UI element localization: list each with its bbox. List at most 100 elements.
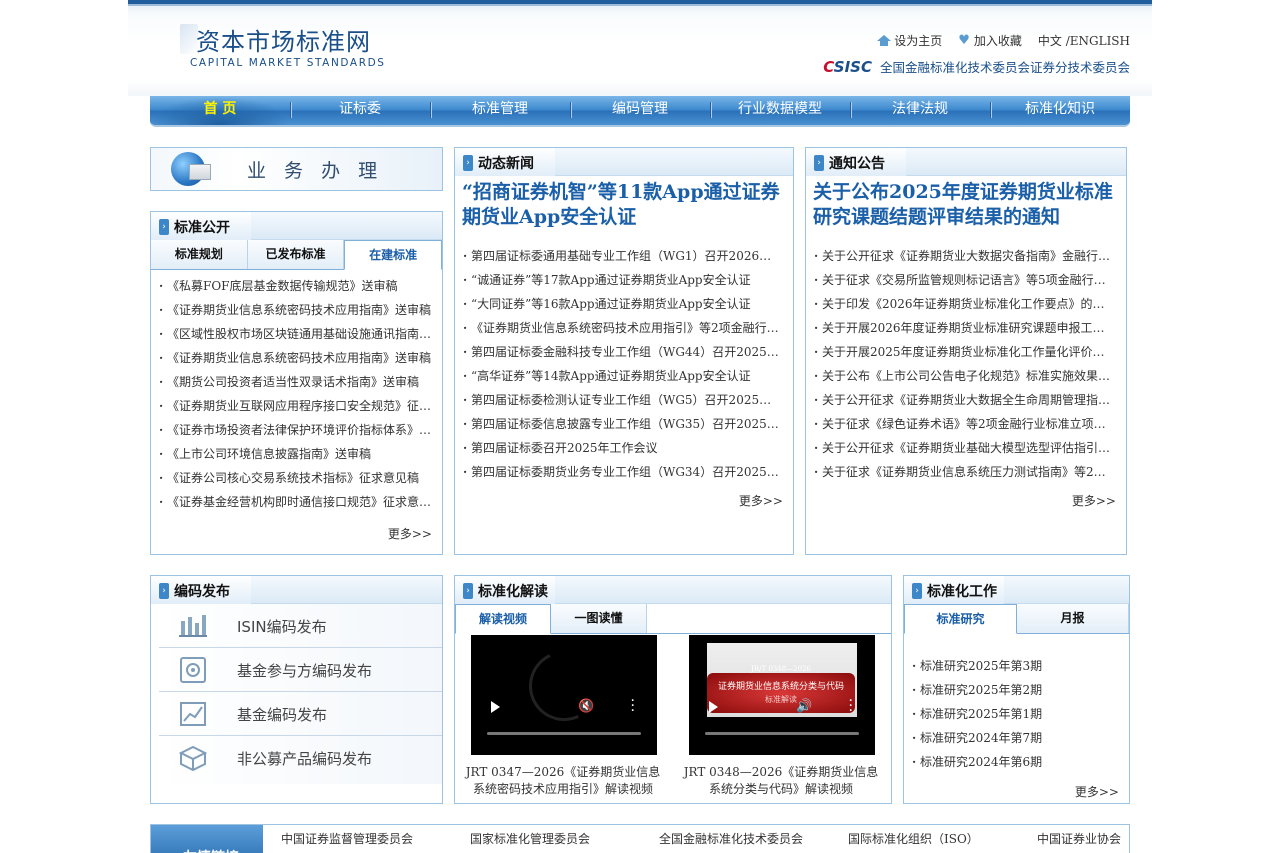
committee-banner[interactable]: CSISC 全国金融标准化技术委员会证券分技术委员会 — [823, 57, 1130, 76]
more-link[interactable]: 更多>> — [739, 492, 783, 509]
list-item[interactable]: 标准研究2025年第3期 — [912, 654, 1119, 678]
list-item[interactable]: 《区域性股权市场区块链通用基础设施通讯指南》送审稿 — [159, 322, 432, 346]
thumbnail-banner: JR/T 0348—2026 证券期货业信息系统分类与代码 标准解读 — [707, 665, 855, 713]
code-item-fund[interactable]: 基金编码发布 — [159, 692, 442, 736]
nav-code-management[interactable]: 编码管理 — [570, 96, 710, 125]
play-icon[interactable] — [491, 701, 500, 713]
list-item[interactable]: 第四届证标委金融科技专业工作组（WG44）召开2025年工作会议 — [463, 340, 783, 364]
panel-title: 标准公开 — [174, 220, 230, 236]
nav-home[interactable]: 首 页 — [150, 96, 290, 125]
list-item[interactable]: 《证券期货业信息系统密码技术应用指引》等2项金融行业标准发布 — [463, 316, 783, 340]
nav-committee[interactable]: 证标委 — [290, 96, 430, 125]
notice-headline[interactable]: 关于公布2025年度证券期货业标准研究课题结题评审结果的通知 — [806, 176, 1126, 230]
list-item[interactable]: 第四届证标委召开2025年工作会议 — [463, 436, 783, 460]
video-thumbnail: JR/T 0348—2026 证券期货业信息系统分类与代码 标准解读 — [707, 643, 857, 717]
video-progress-bar[interactable] — [487, 732, 641, 735]
code-item-isin[interactable]: ISIN编码发布 — [159, 604, 442, 648]
list-item[interactable]: 标准研究2025年第2期 — [912, 678, 1119, 702]
more-link[interactable]: 更多>> — [1072, 492, 1116, 509]
list-item[interactable]: 关于开展2025年度证券期货业标准化工作量化评价的通知 — [814, 340, 1116, 364]
friend-links-title: 友情链接 — [151, 825, 263, 853]
tab-video[interactable]: 解读视频 — [455, 604, 551, 634]
more-options-icon[interactable]: · · · — [849, 694, 853, 718]
news-list: 第四届证标委通用基础专业工作组（WG1）召开2026年工作会议 “诚通证券”等1… — [455, 230, 793, 484]
business-banner[interactable]: 业 务 办 理 — [150, 147, 443, 191]
volume-icon[interactable]: 🔊 — [796, 699, 812, 714]
interpret-panel: › 标准化解读 解读视频 一图读懂 🔇 · · · JRT 0347—2026《证券… — [454, 575, 892, 804]
list-item[interactable]: 《证券期货业互联网应用程序接口安全规范》征求意见稿 — [159, 394, 432, 418]
tab-monthly[interactable]: 月报 — [1017, 604, 1129, 633]
list-item[interactable]: 《证券期货业信息系统密码技术应用指南》送审稿 — [159, 346, 432, 370]
list-item[interactable]: 《证券基金经营机构即时通信接口规范》征求意见稿 — [159, 490, 432, 514]
nav-knowledge[interactable]: 标准化知识 — [990, 96, 1130, 125]
nav-data-model[interactable]: 行业数据模型 — [710, 96, 850, 125]
friend-link[interactable]: 全国金融标准化技术委员会 — [659, 830, 848, 847]
news-panel: › 动态新闻 “招商证券机智”等11款App通过证券期货业App安全认证 第四届… — [454, 147, 794, 555]
list-item[interactable]: 《证券期货业信息系统密码技术应用指南》送审稿 — [159, 298, 432, 322]
code-item-non-public[interactable]: 非公募产品编码发布 — [159, 736, 442, 784]
favorite-link[interactable]: ♥ 加入收藏 — [958, 32, 1022, 49]
friend-link[interactable]: 中国证券业协会 — [1037, 830, 1131, 847]
set-home-link[interactable]: 设为主页 — [877, 32, 942, 49]
top-links: 设为主页 ♥ 加入收藏 中文 /ENGLISH — [877, 32, 1130, 49]
more-link[interactable]: 更多>> — [388, 525, 432, 542]
list-item[interactable]: 关于印发《2026年证券期货业标准化工作要点》的通知 — [814, 292, 1116, 316]
tab-in-progress[interactable]: 在建标准 — [344, 240, 443, 270]
video-caption-1[interactable]: JRT 0347—2026《证券期货业信息系统密码技术应用指引》解读视频 — [465, 764, 661, 798]
bar-chart-icon — [179, 615, 207, 637]
list-item[interactable]: “高华证券”等14款App通过证券期货业App安全认证 — [463, 364, 783, 388]
list-item[interactable]: 《私募FOF底层基金数据传输规范》送审稿 — [159, 274, 432, 298]
chevron-right-icon: › — [463, 155, 473, 171]
list-item[interactable]: 《期货公司投资者适当性双录话术指南》送审稿 — [159, 370, 432, 394]
list-item[interactable]: 第四届证标委通用基础专业工作组（WG1）召开2026年工作会议 — [463, 244, 783, 268]
list-item[interactable]: 标准研究2025年第1期 — [912, 702, 1119, 726]
tab-published[interactable]: 已发布标准 — [247, 240, 345, 269]
video-player-1[interactable]: 🔇 · · · — [471, 635, 657, 755]
header: 资本市场标准网 CAPITAL MARKET STANDARDS 设为主页 ♥ … — [128, 0, 1152, 96]
volume-icon[interactable]: 🔇 — [578, 699, 594, 714]
business-title: 业 务 办 理 — [247, 160, 384, 182]
list-item[interactable]: 标准研究2024年第6期 — [912, 750, 1119, 774]
video-progress-bar[interactable] — [705, 732, 859, 735]
nav-standard-management[interactable]: 标准管理 — [430, 96, 570, 125]
list-item[interactable]: 关于开展2026年度证券期货业标准研究课题申报工作的通知 — [814, 316, 1116, 340]
video-caption-2[interactable]: JRT 0348—2026《证券期货业信息系统分类与代码》解读视频 — [683, 764, 879, 798]
tab-infographic[interactable]: 一图读懂 — [551, 604, 647, 633]
list-item[interactable]: 《证券市场投资者法律保护环境评价指标体系》征求意见稿 — [159, 418, 432, 442]
play-icon[interactable] — [709, 701, 718, 713]
list-item[interactable]: 第四届证标委期货业务专业工作组（WG34）召开2025年工作会议 — [463, 460, 783, 484]
list-item[interactable]: 标准研究2024年第7期 — [912, 726, 1119, 750]
video-player-2[interactable]: JR/T 0348—2026 证券期货业信息系统分类与代码 标准解读 🔊 · · · — [689, 635, 875, 755]
main-nav: 首 页 证标委 标准管理 编码管理 行业数据模型 法律法规 标准化知识 — [150, 96, 1130, 127]
chevron-right-icon: › — [159, 219, 169, 235]
nav-laws[interactable]: 法律法规 — [850, 96, 990, 125]
list-item[interactable]: 关于公开征求《证券期货业基础大模型选型评估指引》意见的通知 — [814, 436, 1116, 460]
home-icon — [877, 35, 892, 46]
list-item[interactable]: 《证券公司核心交易系统技术指标》征求意见稿 — [159, 466, 432, 490]
list-item[interactable]: 关于公开征求《证券期货业大数据灾备指南》金融行业标准意见的通知 — [814, 244, 1116, 268]
code-item-fund-participant[interactable]: 基金参与方编码发布 — [159, 648, 442, 692]
tab-standard-plan[interactable]: 标准规划 — [151, 240, 248, 269]
tab-research[interactable]: 标准研究 — [904, 604, 1017, 634]
standards-public-panel: › 标准公开 标准规划 已发布标准 在建标准 《私募FOF底层基金数据传输规范》… — [150, 211, 443, 555]
list-item[interactable]: 《上市公司环境信息披露指南》送审稿 — [159, 442, 432, 466]
list-item[interactable]: 第四届证标委信息披露专业工作组（WG35）召开2025年工作会议 — [463, 412, 783, 436]
list-item[interactable]: 关于征求《证券期货业信息系统压力测试指南》等2项标准意见的通知 — [814, 460, 1116, 484]
list-item[interactable]: “大同证券”等16款App通过证券期货业App安全认证 — [463, 292, 783, 316]
list-item[interactable]: 第四届证标委检测认证专业工作组（WG5）召开2025年工作会议 — [463, 388, 783, 412]
friend-link[interactable]: 国家标准化管理委员会 — [470, 830, 659, 847]
chevron-right-icon: › — [463, 583, 473, 599]
language-switch[interactable]: 中文 /ENGLISH — [1038, 32, 1130, 49]
news-headline[interactable]: “招商证券机智”等11款App通过证券期货业App安全认证 — [455, 176, 793, 230]
list-item[interactable]: 关于征求《交易所监管规则标记语言》等5项金融行业标准意见的通知 — [814, 268, 1116, 292]
list-item[interactable]: 关于公布《上市公司公告电子化规范》标准实施效果评估结果的通知 — [814, 364, 1116, 388]
loading-spinner — [519, 641, 609, 731]
list-item[interactable]: 关于征求《绿色证券术语》等2项金融行业标准立项意见的通知 — [814, 412, 1116, 436]
site-logo-cn[interactable]: 资本市场标准网 — [196, 22, 371, 57]
more-link[interactable]: 更多>> — [1075, 783, 1119, 800]
list-item[interactable]: “诚通证券”等17款App通过证券期货业App安全认证 — [463, 268, 783, 292]
list-item[interactable]: 关于公开征求《证券期货业大数据全生命周期管理指南》意见的通知 — [814, 388, 1116, 412]
friend-link[interactable]: 中国证券监督管理委员会 — [281, 830, 470, 847]
friend-link[interactable]: 国际标准化组织（ISO） — [848, 830, 1037, 847]
more-options-icon[interactable]: · · · — [631, 694, 635, 718]
